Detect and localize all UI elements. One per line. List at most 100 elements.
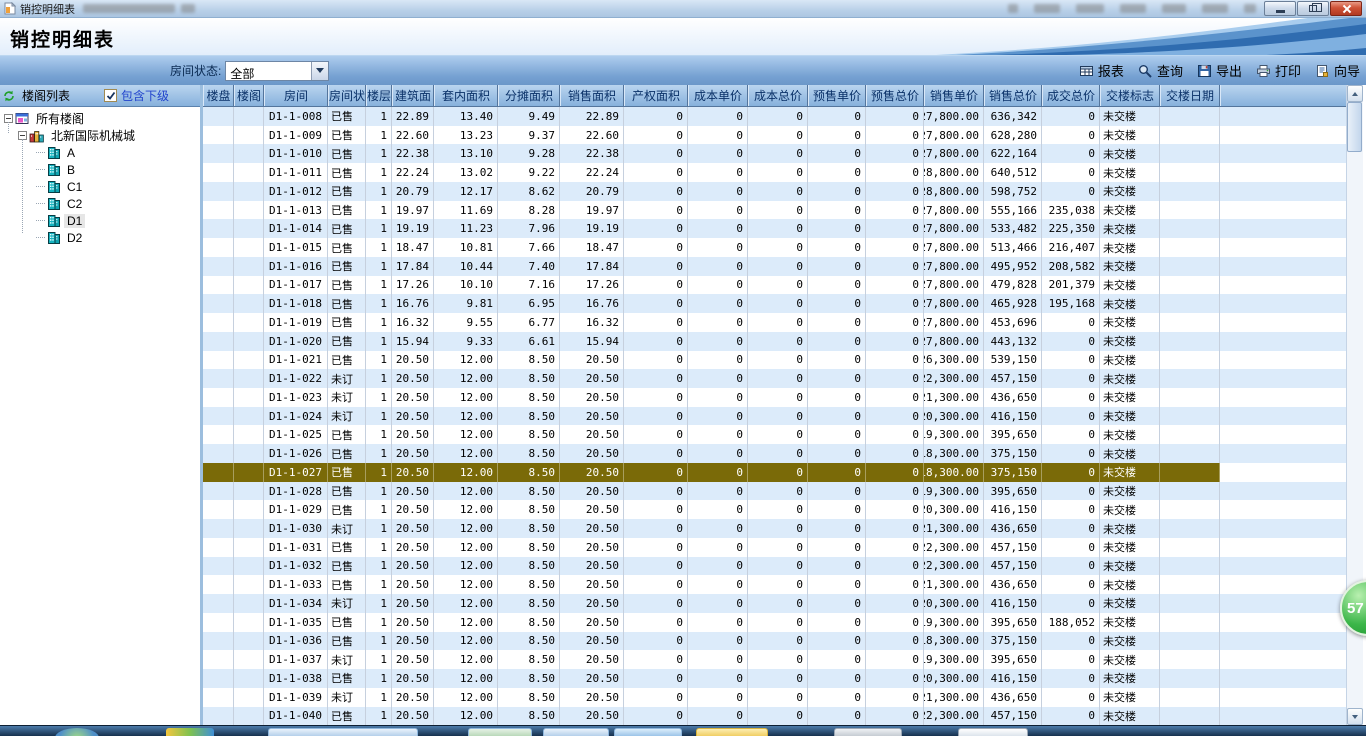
- table-row-D1-1-021[interactable]: D1-1-021已售120.5012.008.5020.500000026,30…: [203, 351, 1346, 370]
- room-status-select[interactable]: 全部: [225, 61, 329, 81]
- table-row-D1-1-037[interactable]: D1-1-037未订120.5012.008.5020.500000019,30…: [203, 650, 1346, 669]
- column-header-14[interactable]: 预售总价: [866, 85, 924, 106]
- table-row-D1-1-008[interactable]: D1-1-008已售122.8913.409.4922.890000027,80…: [203, 107, 1346, 126]
- table-row-D1-1-009[interactable]: D1-1-009已售122.6013.239.3722.600000027,80…: [203, 126, 1346, 145]
- scrollbar-thumb[interactable]: [1347, 102, 1362, 152]
- table-cell: 22.38: [392, 144, 434, 163]
- table-row-D1-1-014[interactable]: D1-1-014已售119.1911.237.9619.190000027,80…: [203, 219, 1346, 238]
- table-cell: 17.26: [560, 276, 624, 295]
- start-button[interactable]: [55, 728, 99, 736]
- column-header-5[interactable]: 楼层: [366, 85, 392, 106]
- include-children-checkbox[interactable]: [104, 89, 117, 102]
- table-row-D1-1-024[interactable]: D1-1-024未订120.5012.008.5020.500000020,30…: [203, 407, 1346, 426]
- table-cell: 已售: [328, 332, 366, 351]
- toolbar-button-4[interactable]: 打印: [1256, 61, 1301, 80]
- toolbar-button-5[interactable]: 向导: [1315, 61, 1360, 80]
- sidebar-header: 楼阁列表 包含下级: [0, 85, 200, 107]
- tree-item-project[interactable]: 北新国际机械城: [0, 127, 200, 144]
- column-header-15[interactable]: 销售单价: [924, 85, 984, 106]
- scroll-down-button[interactable]: [1347, 708, 1363, 725]
- qq-icon[interactable]: [166, 728, 214, 736]
- table-cell: 已售: [328, 351, 366, 370]
- column-header-11[interactable]: 成本单价: [688, 85, 748, 106]
- combo-dropdown-button[interactable]: [311, 62, 328, 80]
- close-button[interactable]: [1330, 1, 1362, 16]
- table-cell: 0: [748, 575, 808, 594]
- taskbar-button[interactable]: [468, 728, 532, 736]
- table-row-D1-1-034[interactable]: D1-1-034未订120.5012.008.5020.500000020,30…: [203, 594, 1346, 613]
- column-header-1[interactable]: 楼盘: [203, 85, 234, 106]
- table-row-D1-1-028[interactable]: D1-1-028已售120.5012.008.5020.500000019,30…: [203, 482, 1346, 501]
- table-row-D1-1-020[interactable]: D1-1-020已售115.949.336.6115.940000027,800…: [203, 332, 1346, 351]
- toolbar-button-1[interactable]: 报表: [1079, 61, 1124, 80]
- table-row-D1-1-039[interactable]: D1-1-039未订120.5012.008.5020.500000021,30…: [203, 688, 1346, 707]
- scroll-up-button[interactable]: [1347, 85, 1363, 102]
- refresh-icon[interactable]: [3, 90, 15, 102]
- table-cell: 18.47: [392, 238, 434, 257]
- restore-button[interactable]: [1297, 1, 1329, 16]
- tree-item-building-A[interactable]: A: [0, 144, 200, 161]
- taskbar-button[interactable]: [614, 728, 682, 736]
- table-row-D1-1-023[interactable]: D1-1-023未订120.5012.008.5020.500000021,30…: [203, 388, 1346, 407]
- taskbar-button[interactable]: [958, 728, 1028, 736]
- table-cell: [1160, 182, 1220, 201]
- tree-item-root[interactable]: 所有楼阁: [0, 110, 200, 127]
- taskbar-button[interactable]: [268, 728, 418, 736]
- table-cell: 0: [808, 463, 866, 482]
- table-row-D1-1-018[interactable]: D1-1-018已售116.769.816.9516.760000027,800…: [203, 294, 1346, 313]
- table-cell: 22.38: [560, 144, 624, 163]
- table-cell: 0: [688, 163, 748, 182]
- tree-item-building-C2[interactable]: C2: [0, 195, 200, 212]
- table-row-D1-1-016[interactable]: D1-1-016已售117.8410.447.4017.840000027,80…: [203, 257, 1346, 276]
- taskbar-button[interactable]: [834, 728, 902, 736]
- table-row-D1-1-019[interactable]: D1-1-019已售116.329.556.7716.320000027,800…: [203, 313, 1346, 332]
- taskbar-button[interactable]: [543, 728, 609, 736]
- column-header-7[interactable]: 套内面积: [434, 85, 498, 106]
- search-icon: [1138, 64, 1153, 78]
- column-header-13[interactable]: 预售单价: [808, 85, 866, 106]
- column-header-17[interactable]: 成交总价: [1042, 85, 1100, 106]
- table-row-D1-1-012[interactable]: D1-1-012已售120.7912.178.6220.790000028,80…: [203, 182, 1346, 201]
- column-header-8[interactable]: 分摊面积: [498, 85, 560, 106]
- table-row-D1-1-026[interactable]: D1-1-026已售120.5012.008.5020.500000018,30…: [203, 444, 1346, 463]
- table-cell: 12.00: [434, 463, 498, 482]
- tree-item-building-D2[interactable]: D2: [0, 229, 200, 246]
- table-cell: 0: [748, 557, 808, 576]
- table-row-D1-1-017[interactable]: D1-1-017已售117.2610.107.1617.260000027,80…: [203, 276, 1346, 295]
- table-cell: 未订: [328, 369, 366, 388]
- table-row-D1-1-015[interactable]: D1-1-015已售118.4710.817.6618.470000027,80…: [203, 238, 1346, 257]
- table-row-D1-1-013[interactable]: D1-1-013已售119.9711.698.2819.970000027,80…: [203, 201, 1346, 220]
- column-header-10[interactable]: 产权面积: [624, 85, 688, 106]
- table-row-D1-1-033[interactable]: D1-1-033已售120.5012.008.5020.500000021,30…: [203, 575, 1346, 594]
- table-row-D1-1-010[interactable]: D1-1-010已售122.3813.109.2822.380000027,80…: [203, 144, 1346, 163]
- tree-item-building-D1[interactable]: D1: [0, 212, 200, 229]
- column-header-12[interactable]: 成本总价: [748, 85, 808, 106]
- table-row-D1-1-032[interactable]: D1-1-032已售120.5012.008.5020.500000022,30…: [203, 557, 1346, 576]
- table-row-D1-1-035[interactable]: D1-1-035已售120.5012.008.5020.500000019,30…: [203, 613, 1346, 632]
- column-header-2[interactable]: 楼阁: [234, 85, 264, 106]
- table-row-D1-1-029[interactable]: D1-1-029已售120.5012.008.5020.500000020,30…: [203, 500, 1346, 519]
- tree-item-building-B[interactable]: B: [0, 161, 200, 178]
- column-header-6[interactable]: 建筑面: [392, 85, 434, 106]
- table-cell: [203, 144, 234, 163]
- table-row-D1-1-038[interactable]: D1-1-038已售120.5012.008.5020.500000020,30…: [203, 669, 1346, 688]
- table-row-D1-1-030[interactable]: D1-1-030未订120.5012.008.5020.500000021,30…: [203, 519, 1346, 538]
- table-row-D1-1-040[interactable]: D1-1-040已售120.5012.008.5020.500000022,30…: [203, 707, 1346, 726]
- minimize-button[interactable]: [1264, 1, 1296, 16]
- table-row-D1-1-011[interactable]: D1-1-011已售122.2413.029.2222.240000028,80…: [203, 163, 1346, 182]
- column-header-4[interactable]: 房间状: [328, 85, 366, 106]
- column-header-9[interactable]: 销售面积: [560, 85, 624, 106]
- table-row-D1-1-025[interactable]: D1-1-025已售120.5012.008.5020.500000019,30…: [203, 425, 1346, 444]
- column-header-16[interactable]: 销售总价: [984, 85, 1042, 106]
- table-row-D1-1-022[interactable]: D1-1-022未订120.5012.008.5020.500000022,30…: [203, 369, 1346, 388]
- column-header-19[interactable]: 交楼日期: [1160, 85, 1220, 106]
- tree-item-building-C1[interactable]: C1: [0, 178, 200, 195]
- column-header-3[interactable]: 房间: [264, 85, 328, 106]
- table-row-D1-1-031[interactable]: D1-1-031已售120.5012.008.5020.500000022,30…: [203, 538, 1346, 557]
- table-row-D1-1-036[interactable]: D1-1-036已售120.5012.008.5020.500000018,30…: [203, 632, 1346, 651]
- toolbar-button-3[interactable]: 导出: [1197, 61, 1242, 80]
- table-row-D1-1-027[interactable]: D1-1-027已售120.5012.008.5020.500000018,30…: [203, 463, 1346, 482]
- toolbar-button-2[interactable]: 查询: [1138, 61, 1183, 80]
- taskbar-button-active[interactable]: [696, 728, 768, 736]
- column-header-18[interactable]: 交楼标志: [1100, 85, 1160, 106]
